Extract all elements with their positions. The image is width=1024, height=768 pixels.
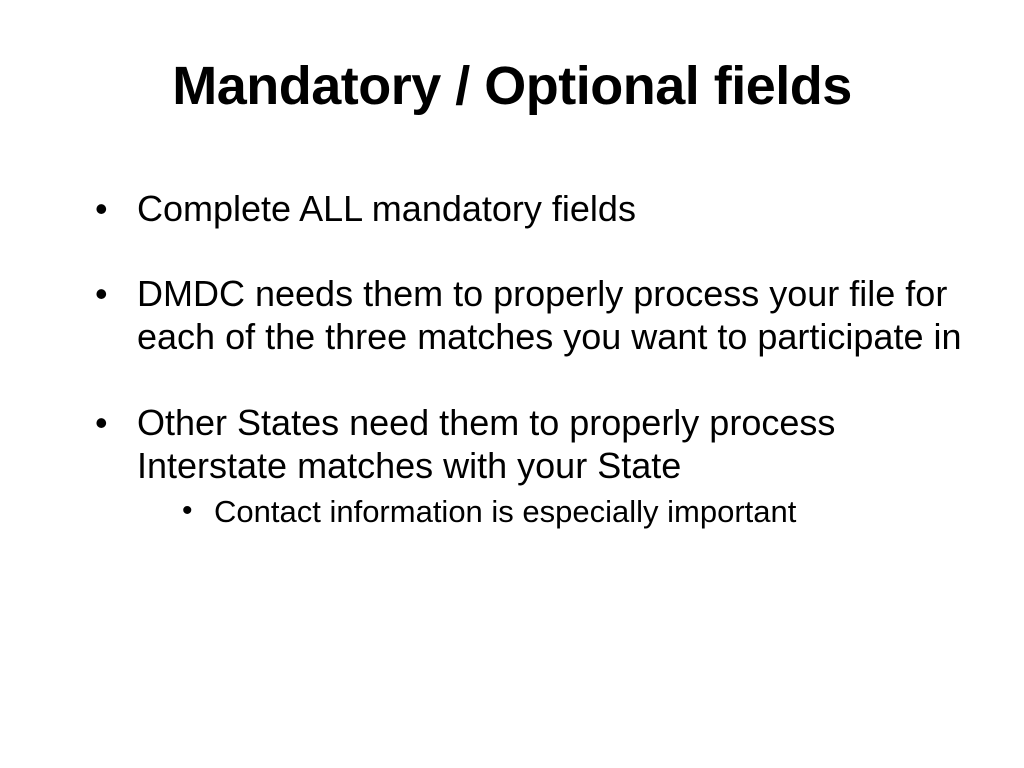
list-item: Other States need them to properly proce… <box>95 401 974 531</box>
bullet-list: Complete ALL mandatory fields DMDC needs… <box>95 187 974 530</box>
sub-bullet-list: Contact information is especially import… <box>182 493 974 530</box>
sub-list-item: Contact information is especially import… <box>182 493 974 530</box>
list-item-text: Other States need them to properly proce… <box>137 402 835 486</box>
list-item-text: Complete ALL mandatory fields <box>137 188 636 229</box>
slide-container: Mandatory / Optional fields Complete ALL… <box>0 0 1024 768</box>
list-item-text: DMDC needs them to properly process your… <box>137 273 961 357</box>
list-item: Complete ALL mandatory fields <box>95 187 974 230</box>
slide-title: Mandatory / Optional fields <box>50 55 974 117</box>
list-item: DMDC needs them to properly process your… <box>95 272 974 358</box>
sub-list-item-text: Contact information is especially import… <box>214 494 796 529</box>
